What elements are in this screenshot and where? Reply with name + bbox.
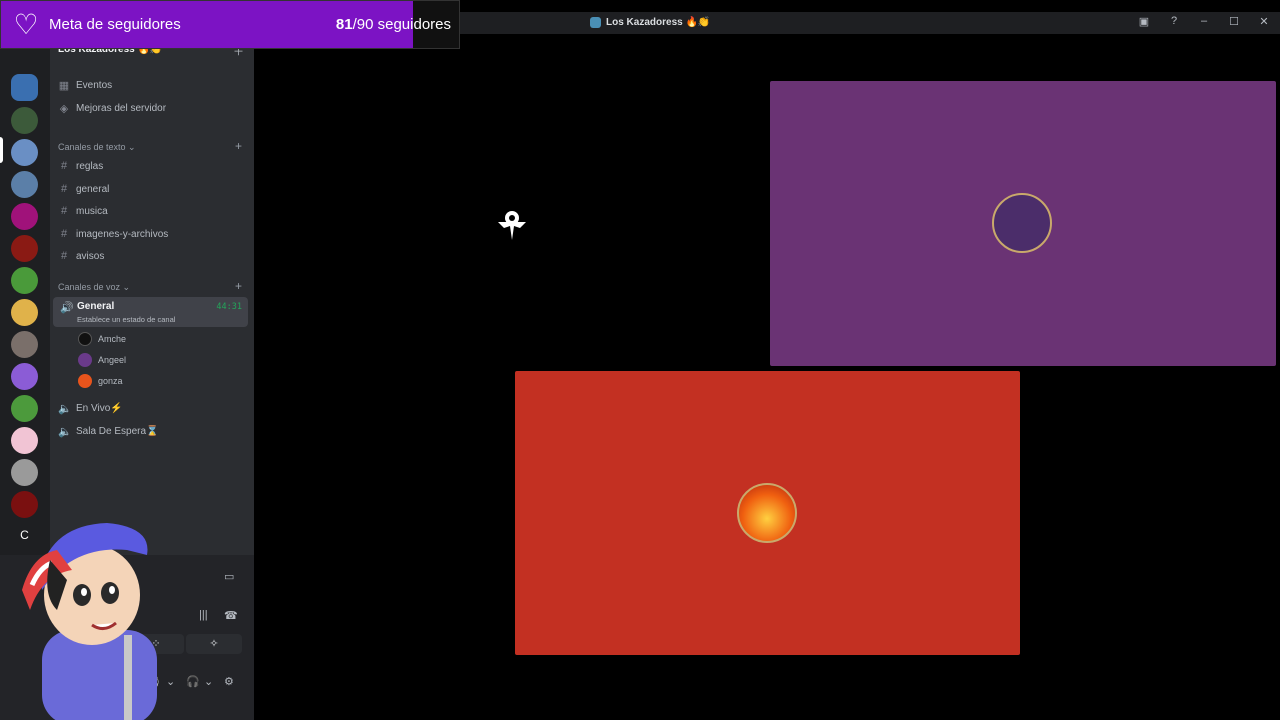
avatar <box>78 374 92 388</box>
video-tile-angeel[interactable] <box>770 81 1276 366</box>
inbox-icon[interactable]: ▣ <box>1136 15 1152 28</box>
channel-avisos[interactable]: # avisos <box>58 250 104 262</box>
avatar <box>78 353 92 367</box>
category-text[interactable]: Canales de texto ⌄ <box>58 142 136 153</box>
video-tile-gonza[interactable] <box>515 371 1020 655</box>
streamer-logo-icon <box>498 211 526 240</box>
minimize-icon[interactable]: – <box>1196 15 1212 28</box>
sidebar-item-eventos[interactable]: ▦ Eventos <box>58 79 112 92</box>
disconnect-icon[interactable]: ☎ <box>224 609 238 622</box>
channel-general[interactable]: # general <box>58 183 109 195</box>
channel-reglas[interactable]: # reglas <box>58 160 103 172</box>
server-icon-1[interactable] <box>11 74 38 101</box>
window-controls: ▣ ? – ☐ ✕ <box>1136 15 1272 28</box>
goal-count: 81/90 seguidores <box>336 16 451 33</box>
discord-stream-screen: Los Kazadoress 🔥👏 ▣ ? – ☐ ✕ C Los Kazado… <box>0 0 1280 720</box>
channel-musica[interactable]: # musica <box>58 205 108 217</box>
goal-total: /90 seguidores <box>352 16 451 33</box>
voice-channel-name: General <box>77 301 115 312</box>
hash-icon: # <box>60 205 68 217</box>
headphones-icon[interactable]: 🎧 <box>186 675 200 688</box>
server-icon-12[interactable] <box>11 427 38 454</box>
channel-label: imagenes-y-archivos <box>76 228 169 240</box>
follower-goal-overlay: ♡ Meta de seguidores 81/90 seguidores <box>0 0 460 49</box>
server-icon-8[interactable] <box>11 299 38 326</box>
speaker-icon: 🔈 <box>58 403 72 415</box>
goal-current: 81 <box>335 16 353 33</box>
sidebar-item-label: Eventos <box>76 80 113 91</box>
voice-member-amche[interactable]: Amche <box>78 332 126 346</box>
server-icon-10[interactable] <box>11 363 38 390</box>
screen-share-icon[interactable]: ▭ <box>224 570 234 583</box>
voice-channel-sala-espera[interactable]: 🔈 Sala De Espera⌛ <box>58 425 159 438</box>
server-icon-4[interactable] <box>11 171 38 198</box>
window-title-text: Los Kazadoress 🔥👏 <box>606 17 711 28</box>
noise-suppression-icon[interactable]: ||| <box>199 609 208 621</box>
hash-icon: # <box>60 250 68 262</box>
server-icon-2[interactable] <box>11 107 38 134</box>
window-title: Los Kazadoress 🔥👏 <box>590 17 710 28</box>
channel-label: reglas <box>76 160 104 172</box>
gear-icon[interactable]: ⚙ <box>224 675 234 688</box>
speaker-icon: 🔊 <box>60 302 74 314</box>
server-icon-6[interactable] <box>11 235 38 262</box>
channel-label: avisos <box>76 250 105 262</box>
member-name: Amche <box>98 334 127 344</box>
hearts-icon: ♡ <box>13 8 39 40</box>
streamer-avatar-overlay <box>22 523 157 720</box>
server-icon-14[interactable] <box>11 491 38 518</box>
channel-label: En Vivo⚡ <box>76 403 123 414</box>
close-icon[interactable]: ✕ <box>1256 15 1272 28</box>
calendar-icon: ▦ <box>58 80 70 92</box>
voice-timer: 44:31 <box>216 302 242 312</box>
server-icon <box>590 17 601 28</box>
server-icon-9[interactable] <box>11 331 38 358</box>
voice-member-angeel[interactable]: Angeel <box>78 353 126 367</box>
chevron-down-icon[interactable]: ⌄ <box>204 675 213 688</box>
add-text-channel-icon[interactable]: + <box>235 139 242 153</box>
channel-imagenes[interactable]: # imagenes-y-archivos <box>58 228 168 240</box>
channel-label: musica <box>76 205 108 217</box>
channel-label: Sala De Espera⌛ <box>76 426 159 437</box>
participant-avatar <box>737 483 797 543</box>
sidebar-item-label: Mejoras del servidor <box>76 103 167 114</box>
server-icon-5[interactable] <box>11 203 38 230</box>
server-icon-3[interactable] <box>11 139 38 166</box>
hash-icon: # <box>60 228 68 240</box>
member-name: Angeel <box>98 355 127 365</box>
add-voice-channel-icon[interactable]: + <box>235 279 242 293</box>
hash-icon: # <box>60 160 68 172</box>
server-icon-11[interactable] <box>11 395 38 422</box>
avatar <box>78 332 92 346</box>
soundboard-button[interactable]: ✧ <box>186 634 242 654</box>
server-icon-7[interactable] <box>11 267 38 294</box>
category-voice[interactable]: Canales de voz ⌄ <box>58 282 130 293</box>
hash-icon: # <box>60 183 68 195</box>
voice-channel-status[interactable]: Establece un estado de canal <box>77 315 175 324</box>
server-icon-13[interactable] <box>11 459 38 486</box>
member-name: gonza <box>98 376 123 386</box>
chevron-down-icon[interactable]: ⌄ <box>166 675 175 688</box>
speaker-icon: 🔈 <box>58 426 72 438</box>
channel-label: general <box>76 183 110 195</box>
boost-icon: ◈ <box>59 103 69 115</box>
voice-channel-general[interactable]: 🔊 General Establece un estado de canal 4… <box>53 297 248 327</box>
help-icon[interactable]: ? <box>1166 15 1182 28</box>
sidebar-item-boosts[interactable]: ◈ Mejoras del servidor <box>58 102 166 115</box>
voice-channel-en-vivo[interactable]: 🔈 En Vivo⚡ <box>58 402 123 415</box>
goal-label: Meta de seguidores <box>49 16 181 33</box>
selected-server-indicator <box>0 137 3 163</box>
maximize-icon[interactable]: ☐ <box>1226 15 1242 28</box>
voice-member-gonza[interactable]: gonza <box>78 374 123 388</box>
participant-avatar <box>992 193 1052 253</box>
